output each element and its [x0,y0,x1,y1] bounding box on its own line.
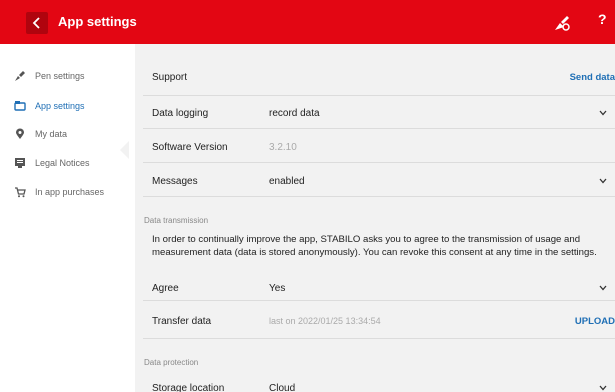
chevron-down-icon[interactable] [599,110,607,116]
pen-connect-button[interactable] [552,13,572,33]
support-label: Support [152,72,188,83]
storage-location-row[interactable]: Storage location Cloud [143,377,615,392]
sidebar-item-label: Pen settings [35,71,85,81]
transfer-data-row: Transfer data last on 2022/01/25 13:34:5… [143,301,615,339]
sidebar-item-my-data[interactable]: My data [13,125,67,143]
agree-label: Agree [152,283,179,294]
storage-location-label: Storage location [152,383,225,392]
upload-button[interactable]: UPLOAD [575,316,615,327]
messages-row[interactable]: Messages enabled [143,163,615,197]
software-version-value: 3.2.10 [269,142,297,153]
chevron-down-icon[interactable] [599,285,607,291]
send-data-button[interactable]: Send data [570,72,615,83]
sidebar-item-label: Legal Notices [35,158,90,168]
support-row: Support Send data [143,44,615,96]
sidebar-item-label: App settings [35,101,85,111]
cart-icon [13,185,27,199]
agree-row[interactable]: Agree Yes [143,274,615,301]
pen-icon [555,16,570,31]
sidebar-item-in-app-purchases[interactable]: In app purchases [13,183,104,201]
chevron-down-icon[interactable] [599,178,607,184]
data-logging-value: record data [269,108,320,119]
settings-panel: Support Send data Data logging record da… [135,44,615,392]
transfer-data-value: last on 2022/01/25 13:34:54 [269,316,381,326]
sidebar-item-legal-notices[interactable]: Legal Notices [13,154,90,172]
agree-value: Yes [269,283,286,294]
data-logging-row[interactable]: Data logging record data [143,96,615,129]
top-bar: App settings ? [0,0,615,44]
sidebar: Pen settings App settings My data Legal … [0,44,135,392]
software-version-row: Software Version 3.2.10 [143,129,615,163]
help-button[interactable]: ? [598,11,607,27]
location-pin-icon [13,127,27,141]
page-title: App settings [58,14,137,29]
sidebar-item-pen-settings[interactable]: Pen settings [13,67,85,85]
app-settings-icon [13,99,27,113]
sidebar-item-label: In app purchases [35,187,105,197]
data-logging-label: Data logging [152,108,209,119]
legal-icon [13,156,27,170]
chevron-down-icon[interactable] [599,385,607,391]
sidebar-item-app-settings[interactable]: App settings [13,97,85,115]
software-version-label: Software Version [152,142,228,153]
messages-label: Messages [152,176,198,187]
chevron-left-icon [32,17,40,29]
sidebar-item-label: My data [35,129,68,139]
selection-caret [120,141,129,159]
back-button[interactable] [26,12,48,34]
transfer-data-label: Transfer data [152,316,212,327]
pen-icon [13,69,27,83]
consent-text: In order to continually improve the app,… [152,234,597,258]
data-protection-heading: Data protection [144,358,199,367]
messages-value: enabled [269,176,305,187]
storage-location-value: Cloud [269,383,296,392]
data-transmission-heading: Data transmission [144,216,209,225]
